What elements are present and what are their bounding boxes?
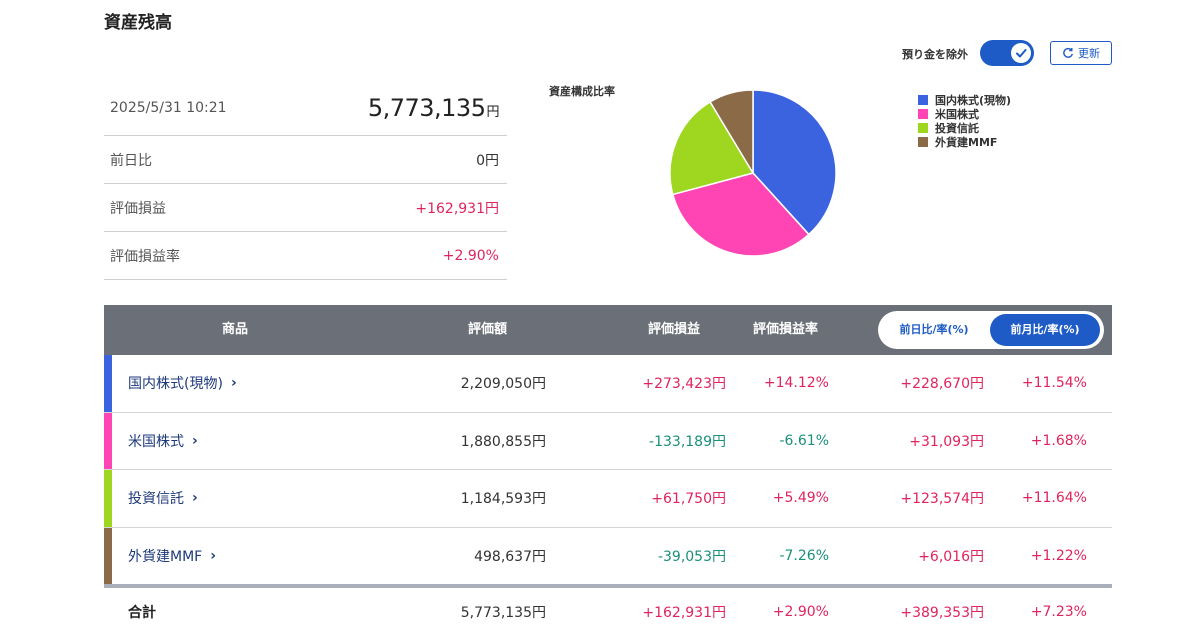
legend-item-domestic-stocks: 国内株式(現物)	[918, 93, 1011, 107]
product-name: 投資信託	[128, 491, 184, 508]
holdings-table: 商品 評価額 評価損益 評価損益率 前日比/率(%) 前月比/率(%) 国内株式…	[104, 305, 1112, 636]
table-header: 商品 評価額 評価損益 評価損益率 前日比/率(%) 前月比/率(%)	[104, 305, 1112, 355]
row-period-diff: +6,016円	[918, 548, 984, 565]
table-row: 外貨建MMF › 498,637円 -39,053円 -7.26% +6,016円…	[104, 527, 1112, 585]
legend-item-foreign-mmf: 外貨建MMF	[918, 135, 1011, 149]
chevron-right-icon: ›	[210, 547, 216, 564]
legend-swatch	[918, 109, 928, 119]
row-color-bar	[104, 355, 112, 412]
summary-value: +2.90%	[442, 247, 499, 264]
check-icon	[1016, 49, 1027, 58]
header-gain: 評価損益	[648, 322, 701, 337]
exclude-deposit-label: 預り金を除外	[902, 48, 968, 61]
header-product: 商品	[222, 322, 249, 337]
summary-label: 評価損益率	[110, 248, 180, 265]
total-amount: 5,773,135円	[460, 605, 546, 621]
chevron-right-icon: ›	[230, 375, 237, 392]
row-amount: 1,880,855円	[460, 433, 546, 450]
product-link-mutual-funds[interactable]: 投資信託 ›	[128, 470, 198, 527]
product-name: 米国株式	[128, 433, 184, 450]
row-color-bar	[104, 527, 112, 584]
row-color-bar	[104, 470, 112, 527]
asset-allocation-pie-chart	[669, 89, 837, 257]
chevron-right-icon: ›	[192, 490, 198, 507]
legend-item-us-stocks: 米国株式	[918, 107, 1011, 121]
row-gain-rate: -7.26%	[779, 547, 829, 564]
table-row: 国内株式(現物) › 2,209,050円 +273,423円 +14.12% +…	[104, 355, 1112, 413]
summary-row-gain-rate: 評価損益率 +2.90%	[104, 232, 507, 280]
row-gain-rate: +5.49%	[772, 490, 829, 507]
legend-item-mutual-funds: 投資信託	[918, 121, 1011, 135]
header-amount: 評価額	[468, 322, 508, 337]
header-gain-rate: 評価損益率	[753, 322, 819, 337]
row-color-bar	[104, 412, 112, 469]
total-period-diff-rate: +7.23%	[1030, 604, 1087, 620]
row-gain: -133,189円	[649, 433, 726, 450]
product-link-foreign-mmf[interactable]: 外貨建MMF ›	[128, 528, 216, 585]
row-period-diff-rate: +1.68%	[1030, 432, 1087, 449]
summary-label: 前日比	[110, 152, 152, 169]
legend-swatch	[918, 137, 928, 147]
table-row: 投資信託 › 1,184,593円 +61,750円 +5.49% +123,57…	[104, 470, 1112, 528]
row-amount: 498,637円	[474, 548, 546, 565]
total-balance: 5,773,135円	[367, 93, 500, 122]
summary-row-day-change: 前日比 0円	[104, 136, 507, 184]
chart-legend: 国内株式(現物) 米国株式 投資信託 外貨建MMF	[918, 93, 1011, 149]
row-period-diff: +228,670円	[900, 376, 984, 393]
toggle-knob	[1011, 43, 1031, 63]
row-amount: 1,184,593円	[460, 491, 546, 508]
page-title: 資産残高	[104, 13, 172, 33]
row-gain-rate: -6.61%	[779, 432, 829, 449]
refresh-label: 更新	[1078, 47, 1100, 60]
refresh-button[interactable]: 更新	[1050, 41, 1112, 65]
segment-day-change[interactable]: 前日比/率(%)	[882, 314, 986, 346]
row-period-diff-rate: +11.64%	[1021, 490, 1087, 507]
refresh-icon	[1063, 47, 1073, 58]
total-balance-value: 5,773,135	[367, 93, 486, 122]
row-period-diff-rate: +1.22%	[1030, 547, 1087, 564]
product-name: 外貨建MMF	[128, 548, 203, 565]
product-name: 国内株式(現物)	[128, 376, 223, 393]
row-gain: +273,423円	[642, 376, 726, 393]
summary-datetime: 2025/5/31 10:21	[110, 99, 227, 116]
summary-label: 評価損益	[110, 200, 166, 217]
summary-value: 0円	[476, 152, 499, 169]
total-period-diff: +389,353円	[900, 605, 984, 621]
product-link-domestic-stocks[interactable]: 国内株式(現物) ›	[128, 355, 237, 412]
segment-month-change[interactable]: 前月比/率(%)	[990, 314, 1100, 346]
total-row: 合計 5,773,135円 +162,931円 +2.90% +389,353円…	[104, 588, 1112, 636]
period-segment-control: 前日比/率(%) 前月比/率(%)	[878, 311, 1104, 349]
chevron-right-icon: ›	[192, 432, 198, 449]
row-gain-rate: +14.12%	[763, 375, 829, 392]
summary-value: +162,931円	[415, 200, 499, 217]
total-gain-rate: +2.90%	[772, 604, 829, 620]
row-gain: +61,750円	[651, 491, 726, 508]
summary-panel: 2025/5/31 10:21 5,773,135円 前日比 0円 評価損益 +…	[104, 80, 507, 280]
row-amount: 2,209,050円	[460, 376, 546, 393]
total-balance-unit: 円	[486, 104, 499, 120]
summary-total-row: 2025/5/31 10:21 5,773,135円	[104, 80, 507, 136]
row-period-diff-rate: +11.54%	[1021, 375, 1087, 392]
legend-swatch	[918, 95, 928, 105]
total-gain: +162,931円	[642, 605, 726, 621]
product-link-us-stocks[interactable]: 米国株式 ›	[128, 413, 198, 470]
legend-label: 外貨建MMF	[935, 136, 998, 149]
row-gain: -39,053円	[657, 548, 726, 565]
exclude-deposit-toggle[interactable]	[980, 40, 1034, 66]
row-period-diff: +31,093円	[909, 433, 984, 450]
table-row: 米国株式 › 1,880,855円 -133,189円 -6.61% +31,09…	[104, 412, 1112, 470]
legend-swatch	[918, 123, 928, 133]
chart-title: 資産構成比率	[549, 85, 615, 98]
row-period-diff: +123,574円	[900, 491, 984, 508]
total-label: 合計	[128, 605, 156, 621]
summary-row-gain: 評価損益 +162,931円	[104, 184, 507, 232]
